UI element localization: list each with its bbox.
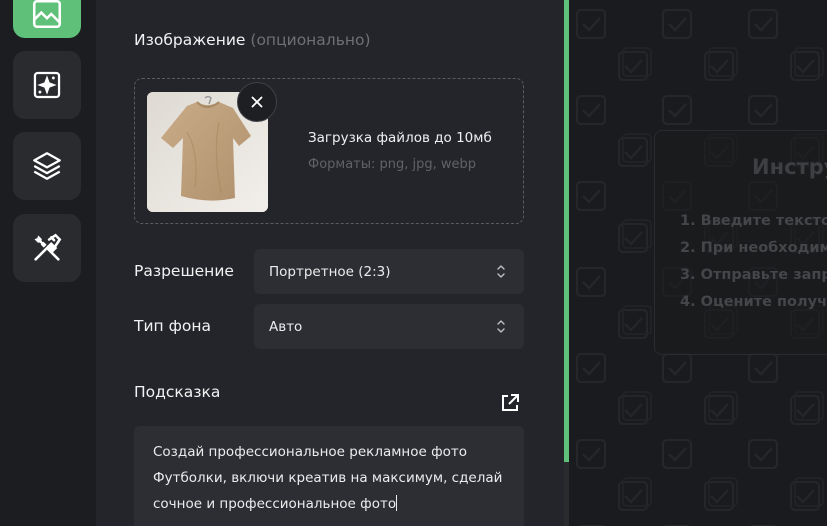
instruction-step: 3. Отправьте запр (680, 267, 827, 283)
background-select[interactable]: Авто (254, 304, 524, 349)
external-link-icon[interactable] (499, 392, 521, 414)
sidebar-item-layers[interactable] (13, 132, 81, 200)
image-icon (32, 0, 62, 29)
sparkle-image-icon (33, 71, 61, 99)
resolution-label: Разрешение (134, 262, 234, 280)
instruction-step: 1. Введите тексто (680, 213, 827, 229)
preview-area: Инстру 1. Введите тексто 2. При необходи… (569, 0, 827, 526)
chevron-updown-icon (497, 265, 505, 278)
resolution-select[interactable]: Портретное (2:3) (254, 249, 524, 294)
instructions-title: Инстру (752, 155, 827, 179)
background-value: Авто (269, 318, 303, 335)
prompt-line: Футболки, включи креатив на максимум, сд… (153, 470, 503, 486)
prompt-label: Подсказка (134, 383, 221, 401)
text-cursor (396, 495, 398, 511)
chevron-updown-icon (497, 320, 505, 333)
resolution-value: Портретное (2:3) (269, 263, 391, 280)
instructions-card: Инстру 1. Введите тексто 2. При необходи… (654, 130, 827, 355)
instruction-step: 4. Оцените получе (680, 294, 827, 310)
image-section-label: Изображение (опционально) (134, 31, 371, 49)
background-label: Тип фона (134, 317, 211, 335)
remove-image-button[interactable] (237, 82, 277, 122)
sidebar (0, 0, 96, 526)
tools-icon (34, 233, 62, 261)
settings-panel: Изображение (опционально) Загрузка файло… (96, 0, 564, 526)
upload-formats: Форматы: png, jpg, webp (308, 157, 477, 172)
optional-hint: (опционально) (250, 31, 371, 49)
sidebar-item-enhance[interactable] (13, 51, 81, 119)
sidebar-item-image[interactable] (13, 0, 81, 38)
layers-icon (33, 152, 61, 180)
prompt-textarea[interactable]: Создай профессиональное рекламное фото Ф… (134, 426, 524, 526)
sidebar-item-tools[interactable] (13, 214, 81, 282)
close-icon (251, 96, 263, 108)
upload-title: Загрузка файлов до 10мб (308, 130, 492, 146)
prompt-line: сочное и профессиональное фото (153, 496, 397, 512)
instruction-step: 2. При необходим (680, 240, 827, 256)
upload-dropzone[interactable]: Загрузка файлов до 10мб Форматы: png, jp… (134, 78, 524, 224)
prompt-line: Создай профессиональное рекламное фото (153, 444, 468, 460)
